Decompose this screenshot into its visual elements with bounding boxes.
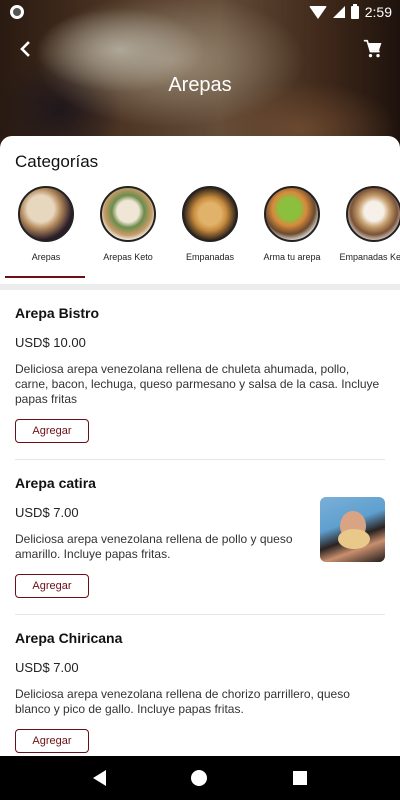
product-list: Arepa Bistro USD$ 10.00 Deliciosa arepa … (0, 290, 400, 756)
product-price: USD$ 7.00 (15, 660, 79, 675)
product-image[interactable] (320, 497, 385, 562)
cart-button[interactable] (360, 36, 386, 62)
nav-back-icon[interactable] (92, 770, 106, 786)
back-button[interactable] (12, 36, 38, 62)
product-item: Arepa Bistro USD$ 10.00 Deliciosa arepa … (15, 290, 385, 460)
nav-home-icon[interactable] (191, 770, 208, 786)
category-arma-tu-arepa[interactable]: Arma tu arepa (251, 186, 333, 278)
status-time: 2:59 (364, 4, 392, 20)
category-arepas[interactable]: Arepas (5, 186, 87, 278)
product-name: Arepa Bistro (15, 305, 100, 321)
categories-title: Categorías (15, 152, 99, 171)
product-name: Arepa Chiricana (15, 630, 123, 646)
category-label: Arma tu arepa (263, 252, 321, 262)
product-description: Deliciosa arepa venezolana rellena de ch… (15, 362, 380, 406)
nav-recents-icon[interactable] (293, 771, 308, 785)
battery-icon (350, 3, 359, 19)
category-image (100, 186, 156, 242)
product-name: Arepa catira (15, 475, 96, 491)
product-price: USD$ 10.00 (15, 335, 86, 350)
add-button[interactable]: Agregar (15, 419, 89, 443)
product-image-food (338, 529, 370, 549)
screen: 2:59 Arepas Categorías Arepas Arepas Ket… (0, 0, 400, 800)
category-empanadas[interactable]: Empanadas (169, 186, 251, 278)
category-label: Empanadas Keto (339, 252, 400, 262)
category-arepas-keto[interactable]: Arepas Keto (87, 186, 169, 278)
shopping-cart-icon (363, 39, 382, 58)
category-image (18, 186, 74, 242)
category-label: Arepas (31, 252, 61, 262)
category-image (182, 186, 238, 242)
product-description: Deliciosa arepa venezolana rellena de ch… (15, 687, 350, 716)
arrow-left-icon (20, 41, 30, 57)
category-image (264, 186, 320, 242)
product-item: Arepa Chiricana USD$ 7.00 Deliciosa arep… (15, 615, 385, 756)
categories-row[interactable]: Arepas Arepas Keto Empanadas Arma tu are… (0, 186, 400, 278)
product-item: Arepa catira USD$ 7.00 Deliciosa arepa v… (15, 460, 385, 615)
add-button[interactable]: Agregar (15, 729, 89, 753)
add-button[interactable]: Agregar (15, 574, 89, 598)
status-bar: 2:59 (0, 0, 400, 24)
signal-icon (332, 6, 345, 18)
category-label: Empanadas (185, 252, 235, 262)
system-navigation-bar (0, 756, 400, 800)
notification-icon (10, 5, 24, 19)
page-title: Arepas (168, 74, 232, 96)
category-label: Arepas Keto (103, 252, 153, 262)
category-empanadas-keto[interactable]: Empanadas Keto (333, 186, 400, 278)
wifi-icon (308, 5, 327, 19)
status-right: 2:59 (308, 3, 392, 20)
content-sheet: Categorías Arepas Arepas Keto Empanadas … (0, 136, 400, 756)
category-image (346, 186, 400, 242)
active-category-indicator (5, 276, 85, 278)
